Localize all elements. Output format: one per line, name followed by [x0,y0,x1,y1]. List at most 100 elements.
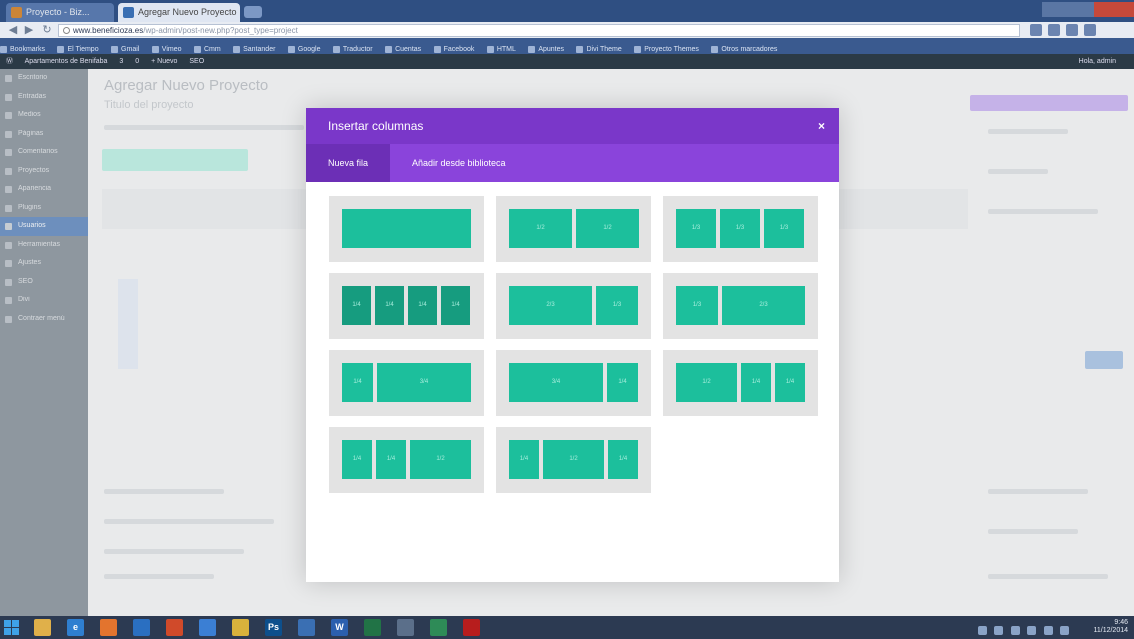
reload-icon[interactable]: ↻ [40,24,54,36]
extension-icon[interactable] [1066,24,1078,36]
column-layout-option[interactable]: 1/3 2/3 [663,273,818,339]
outlook-icon[interactable] [133,619,150,636]
forward-arrow-icon[interactable]: ▶ [22,24,36,36]
extension-icon[interactable] [1048,24,1060,36]
menu-icon[interactable] [1084,24,1096,36]
browser-tab[interactable]: Proyecto - Biz... [6,3,114,22]
bookmark-item[interactable]: Apuntes [528,42,564,54]
firefox-icon[interactable] [100,619,117,636]
modal-header: Insertar columnas × [306,108,839,144]
browser-tabstrip: Proyecto - Biz... Agregar Nuevo Proyecto [0,0,1134,22]
word-icon[interactable]: W [331,619,348,636]
tab-new-row[interactable]: Nueva fila [306,144,391,182]
url-field[interactable]: www.beneficioza.es/wp-admin/post-new.php… [58,24,1020,37]
language-icon[interactable] [1060,626,1070,635]
photoshop-icon[interactable]: Ps [265,619,282,636]
wp-new-link[interactable]: + Nuevo [151,58,177,65]
network-icon[interactable] [1010,626,1020,635]
taskbar-clock[interactable]: 9:46 11/12/2014 [1093,619,1128,635]
wp-menu-item[interactable]: Escritorio [0,69,88,88]
excel-icon[interactable] [364,619,381,636]
bookmark-item[interactable]: Bookmarks [0,42,45,54]
window-close-button[interactable] [1094,2,1134,17]
tray-icon[interactable] [978,626,987,635]
column-layout-option[interactable]: 3/4 1/4 [496,350,651,416]
post-title-field[interactable]: Titulo del proyecto [104,99,193,111]
meta-line [104,519,274,524]
bookmark-item[interactable]: Proyecto Themes [634,42,699,54]
bookmark-item[interactable]: Vimeo [151,42,182,54]
wp-menu-item[interactable]: Ajustes [0,254,88,273]
volume-icon[interactable] [1027,626,1037,635]
wp-menu-item[interactable]: Páginas [0,125,88,144]
maximize-button[interactable] [1068,2,1094,17]
wp-seo-link[interactable]: SEO [189,58,204,65]
bookmark-item[interactable]: Otros marcadores [711,42,777,54]
bookmark-item[interactable]: Google [287,42,320,54]
bookmark-item[interactable]: Traductor [332,42,373,54]
browser-tab-active[interactable]: Agregar Nuevo Proyecto [118,3,240,22]
column-block: 1/2 [676,363,737,402]
chrome-icon[interactable] [232,619,249,636]
wp-menu-item[interactable]: Apariencia [0,180,88,199]
use-divi-builder-button[interactable] [102,149,248,171]
explorer-icon[interactable] [298,619,315,636]
tab-add-from-library[interactable]: Añadir desde biblioteca [396,144,522,182]
wp-menu-item[interactable]: Comentarios [0,143,88,162]
bookmark-item[interactable]: Cuentas [385,42,421,54]
powerpoint-icon[interactable] [166,619,183,636]
system-tray [978,622,1098,635]
wp-logo-icon[interactable]: Ⓦ [6,58,13,65]
minimize-button[interactable] [1042,2,1068,17]
wp-menu-item[interactable]: Contraer menú [0,310,88,329]
insert-columns-modal: Insertar columnas × Nueva fila Añadir de… [306,108,839,582]
column-layout-option[interactable] [329,196,484,262]
column-layout-option[interactable]: 1/4 3/4 [329,350,484,416]
column-layout-option[interactable]: 1/4 1/4 1/4 1/4 [329,273,484,339]
wp-menu-item[interactable]: SEO [0,273,88,292]
bookmark-item[interactable]: El Tiempo [57,42,99,54]
bookmark-item[interactable]: Cmm [193,42,221,54]
bookmark-item[interactable]: Santander [233,42,275,54]
photos-icon[interactable] [430,619,447,636]
bookmark-item[interactable]: Gmail [111,42,139,54]
wp-menu-item-active[interactable]: Usuarios [0,217,88,236]
wp-menu-item[interactable]: Medios [0,106,88,125]
bookmark-item[interactable]: HTML [486,42,516,54]
column-layout-option[interactable]: 1/3 1/3 1/3 [663,196,818,262]
column-block: 1/2 [410,440,471,479]
wp-menu-item[interactable]: Divi [0,291,88,310]
column-layout-option[interactable]: 1/4 1/2 1/4 [496,427,651,493]
wp-menu-item[interactable]: Proyectos [0,162,88,181]
bookmark-star-icon[interactable] [1030,24,1042,36]
column-layout-option[interactable]: 1/4 1/4 1/2 [329,427,484,493]
file-explorer-icon[interactable] [34,619,51,636]
wp-comments-count[interactable]: 3 [119,58,123,65]
bookmark-item[interactable]: Facebook [433,42,474,54]
close-icon[interactable]: × [818,119,825,133]
bookmark-item[interactable]: Divi Theme [576,42,622,54]
calculator-icon[interactable] [397,619,414,636]
wp-menu-item[interactable]: Herramientas [0,236,88,255]
column-block: 1/3 [676,209,716,248]
wp-menu-item[interactable]: Plugins [0,199,88,218]
internet-explorer-icon[interactable]: e [67,619,84,636]
wp-account-link[interactable]: Hola, admin [1079,54,1116,69]
publish-button[interactable] [1085,351,1123,369]
acrobat-icon[interactable] [463,619,480,636]
mail-icon[interactable] [199,619,216,636]
new-tab-button[interactable] [244,6,262,18]
battery-icon[interactable] [1043,626,1053,635]
wp-menu-item[interactable]: Entradas [0,88,88,107]
column-block: 1/3 [596,286,638,325]
page-title: Agregar Nuevo Proyecto [104,77,269,94]
back-arrow-icon[interactable]: ◀ [6,24,20,36]
column-layout-option[interactable]: 2/3 1/3 [496,273,651,339]
windows-start-icon[interactable] [4,620,19,635]
wp-site-link[interactable]: Apartamentos de Benifaba [25,58,108,65]
column-block: 1/4 [342,363,373,402]
tray-icon[interactable] [994,626,1004,635]
column-layout-option[interactable]: 1/2 1/2 [496,196,651,262]
wp-updates-count[interactable]: 0 [135,58,139,65]
column-layout-option[interactable]: 1/2 1/4 1/4 [663,350,818,416]
